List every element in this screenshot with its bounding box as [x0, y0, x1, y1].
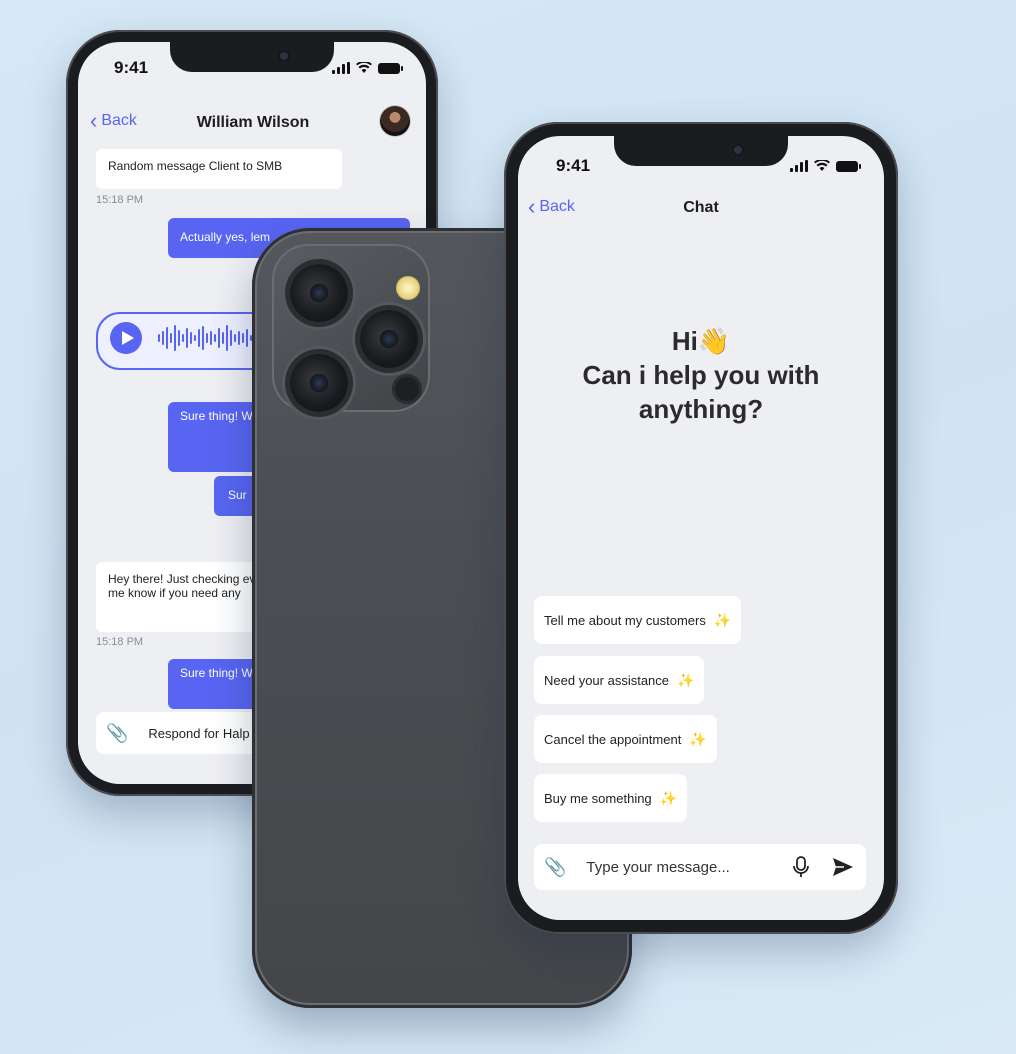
send-icon[interactable]	[832, 857, 854, 877]
sparkle-icon: ✨	[713, 611, 732, 628]
suggestion-label: Buy me something	[544, 790, 652, 806]
status-time: 9:41	[114, 58, 149, 77]
status-icons	[332, 62, 403, 74]
suggestion-chip[interactable]: Cancel the appointment ✨	[534, 715, 717, 763]
suggestion-chip[interactable]: Tell me about my customers ✨	[534, 596, 742, 644]
wifi-icon	[356, 62, 372, 73]
right-notch	[614, 136, 788, 166]
message-incoming: Random message Client to SMB	[96, 149, 342, 189]
status-icons	[790, 160, 861, 172]
camera-lens-icon	[290, 354, 348, 412]
back-button[interactable]: ‹ Back	[528, 194, 575, 219]
microphone-icon[interactable]	[792, 856, 810, 878]
signal-icon	[790, 160, 808, 172]
back-label: Back	[101, 112, 137, 129]
battery-icon	[836, 160, 861, 172]
right-phone-screen: 9:41 ‹ Back Chat Hi👋 Can i help you with…	[518, 136, 884, 920]
help-question-line2: anything?	[638, 394, 764, 424]
help-question-line1: Can i help you with	[582, 360, 820, 390]
avatar[interactable]	[380, 106, 410, 136]
paperclip-icon[interactable]: 📎	[544, 857, 566, 878]
contact-name: William Wilson	[196, 114, 310, 131]
signal-icon	[332, 62, 350, 74]
back-button[interactable]: ‹ Back	[90, 108, 137, 133]
suggestion-label: Need your assistance	[544, 672, 670, 688]
status-time: 9:41	[556, 156, 591, 175]
left-notch	[170, 42, 334, 72]
sparkle-icon: ✨	[689, 730, 707, 747]
waveform-icon	[158, 324, 252, 352]
battery-icon	[378, 62, 403, 74]
camera-lens-icon	[290, 264, 348, 322]
camera-lens-icon	[360, 310, 418, 368]
right-phone: 9:41 ‹ Back Chat Hi👋 Can i help you with…	[504, 122, 898, 934]
chevron-left-icon: ‹	[528, 194, 536, 219]
chat-title: Chat	[683, 199, 719, 216]
wifi-icon	[814, 160, 830, 171]
message-input[interactable]: Type your message...	[586, 859, 792, 876]
play-icon[interactable]	[110, 322, 142, 354]
message-timestamp: 15:18 PM	[96, 636, 144, 648]
message-timestamp: 15:18 PM	[96, 194, 144, 206]
suggestion-chip[interactable]: Buy me something ✨	[534, 774, 688, 822]
lidar-sensor-icon	[392, 374, 422, 404]
message-input-bar[interactable]: 📎 Type your message...	[534, 844, 866, 890]
sparkle-icon: ✨	[677, 671, 695, 688]
reply-input[interactable]: Respond for Halp	[148, 726, 249, 741]
suggestion-label: Cancel the appointment	[544, 731, 682, 747]
camera-module	[272, 244, 430, 412]
greeting: Hi👋	[671, 326, 731, 356]
suggestion-chip[interactable]: Need your assistance ✨	[534, 656, 705, 704]
paperclip-icon[interactable]: 📎	[106, 723, 128, 744]
suggestion-label: Tell me about my customers	[544, 612, 706, 628]
sparkle-icon: ✨	[659, 789, 678, 806]
back-label: Back	[539, 198, 575, 215]
chevron-left-icon: ‹	[90, 108, 98, 133]
flash-icon	[396, 276, 420, 300]
